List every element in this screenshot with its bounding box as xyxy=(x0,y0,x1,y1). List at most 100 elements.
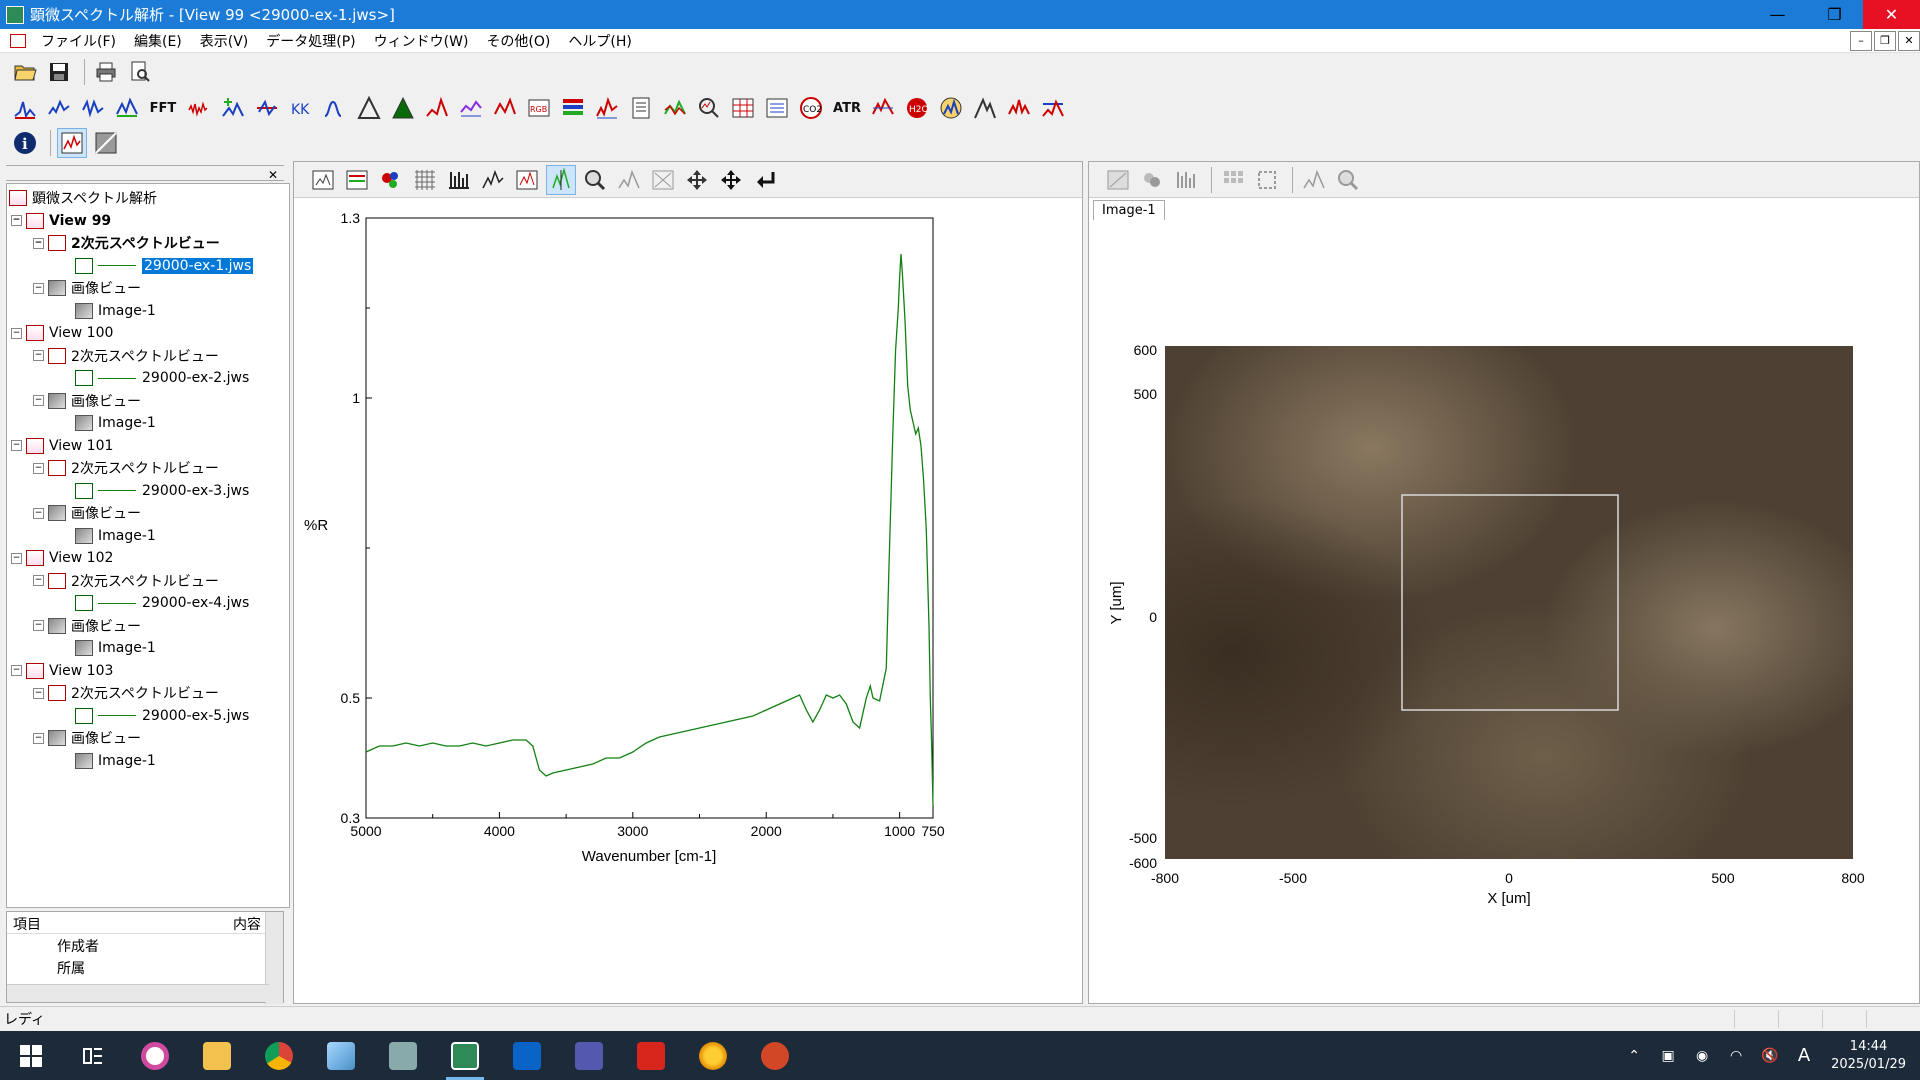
smoothing-icon[interactable] xyxy=(44,93,74,123)
rgb-icon[interactable]: RGB xyxy=(524,93,554,123)
tree-spectrum-view-node[interactable]: − 2次元スペクトルビュー xyxy=(33,233,220,253)
tree-view-node[interactable]: − View 103 xyxy=(11,661,113,681)
print-preview-icon[interactable] xyxy=(125,57,155,87)
collapse-toggle[interactable]: − xyxy=(33,620,44,631)
pan-icon[interactable] xyxy=(716,165,746,195)
restore-button[interactable]: ❐ xyxy=(1806,0,1863,29)
image-crop-icon[interactable] xyxy=(1252,165,1282,195)
collapse-toggle[interactable]: − xyxy=(33,732,44,744)
tree-image-view-node[interactable]: − 画像ビュー xyxy=(33,391,141,411)
spectrum-plot[interactable]: 5000 4000 3000 2000 1000 7501.310.50.3 %R Wav… xyxy=(294,198,1082,1003)
move-icon[interactable] xyxy=(682,165,712,195)
overlay-icon[interactable] xyxy=(660,93,690,123)
search-spectrum-icon[interactable] xyxy=(490,93,520,123)
tree-view-node[interactable]: − View 100 xyxy=(11,323,113,343)
image-color-icon[interactable] xyxy=(1137,165,1167,195)
tree-spectrum-view-node[interactable]: − 2次元スペクトルビュー xyxy=(33,458,219,478)
table-icon[interactable] xyxy=(728,93,758,123)
image-bars-icon[interactable] xyxy=(1171,165,1201,195)
image-peak-icon[interactable] xyxy=(1299,165,1329,195)
zoom-spectrum-icon[interactable] xyxy=(694,93,724,123)
tree-spectrum-view-node[interactable]: − 2次元スペクトルビュー xyxy=(33,683,219,703)
tree-image-node[interactable]: Image-1 xyxy=(75,526,156,546)
menu-view[interactable]: 表示(V) xyxy=(191,31,258,51)
menu-edit[interactable]: 編集(E) xyxy=(125,31,191,51)
peak-height-icon[interactable] xyxy=(422,93,452,123)
threshold-icon[interactable] xyxy=(1038,93,1068,123)
spectrum-icon[interactable] xyxy=(10,93,40,123)
horizontal-scrollbar[interactable] xyxy=(7,984,269,1002)
vpn-icon[interactable]: ◉ xyxy=(1690,1044,1714,1068)
kk-icon[interactable]: KK xyxy=(286,93,316,123)
curve-fit-icon[interactable] xyxy=(320,93,350,123)
start-button[interactable] xyxy=(0,1031,62,1080)
tree-view-node[interactable]: − View 99 xyxy=(11,211,111,231)
peak-width-icon[interactable] xyxy=(970,93,1000,123)
collapse-toggle[interactable]: − xyxy=(33,462,44,474)
taskbar-app-powerpoint[interactable] xyxy=(744,1031,806,1080)
tree-spectrum-view-node[interactable]: − 2次元スペクトルビュー xyxy=(33,346,219,366)
peak-area-icon[interactable] xyxy=(388,93,418,123)
tree-file-node[interactable]: 29000-ex-4.jws xyxy=(75,593,249,613)
print-icon[interactable] xyxy=(91,57,121,87)
tray-app-icon[interactable]: ▣ xyxy=(1656,1044,1680,1068)
taskbar-app-explorer[interactable] xyxy=(186,1031,248,1080)
noise-icon[interactable] xyxy=(184,93,214,123)
menu-file[interactable]: ファイル(F) xyxy=(32,31,125,51)
collapse-toggle[interactable]: − xyxy=(33,395,44,406)
collapse-toggle[interactable]: − xyxy=(11,327,22,339)
report-icon[interactable] xyxy=(626,93,656,123)
collapse-toggle[interactable]: − xyxy=(33,237,44,249)
open-folder-icon[interactable] xyxy=(10,57,40,87)
tree-view-node[interactable]: − View 101 xyxy=(11,436,113,456)
mdi-minimize-button[interactable]: – xyxy=(1850,30,1872,51)
fit-view-icon[interactable] xyxy=(512,165,542,195)
taskbar-app-sun[interactable] xyxy=(682,1031,744,1080)
tree-file-node[interactable]: 29000-ex-1.jws xyxy=(75,256,254,276)
panel-close-icon[interactable]: ✕ xyxy=(268,168,278,182)
peak-minus-icon[interactable] xyxy=(252,93,282,123)
tree-image-view-node[interactable]: − 画像ビュー xyxy=(33,616,141,636)
image-zoom-icon[interactable] xyxy=(1333,165,1363,195)
taskbar-app-notes[interactable] xyxy=(310,1031,372,1080)
co2-icon[interactable]: CO2 xyxy=(796,93,826,123)
color-icon[interactable] xyxy=(376,165,406,195)
spectrum-view-icon[interactable] xyxy=(57,128,87,158)
collapse-toggle[interactable]: − xyxy=(11,665,22,676)
correction-icon[interactable] xyxy=(868,93,898,123)
tree-image-view-node[interactable]: − 画像ビュー xyxy=(33,278,141,298)
multi-spectrum-icon[interactable] xyxy=(592,93,622,123)
tree-file-node[interactable]: 29000-ex-5.jws xyxy=(75,706,249,726)
menu-help[interactable]: ヘルプ(H) xyxy=(559,31,640,51)
taskbar-app-spectra[interactable] xyxy=(434,1031,496,1080)
collapse-toggle[interactable]: − xyxy=(33,282,44,294)
menu-window[interactable]: ウィンドウ(W) xyxy=(365,31,478,51)
mdi-close-button[interactable]: ✕ xyxy=(1898,30,1920,51)
zoom-icon[interactable] xyxy=(580,165,610,195)
mapping-icon[interactable] xyxy=(1004,93,1034,123)
close-button[interactable]: ✕ xyxy=(1863,0,1920,29)
scale-icon[interactable] xyxy=(648,165,678,195)
taskbar-app-outlook[interactable] xyxy=(496,1031,558,1080)
speaker-muted-icon[interactable]: 🔇 xyxy=(1758,1044,1782,1068)
taskbar-app-camera[interactable] xyxy=(124,1031,186,1080)
taskbar-app-teams[interactable] xyxy=(558,1031,620,1080)
derivative-icon[interactable] xyxy=(78,93,108,123)
collapse-toggle[interactable]: − xyxy=(11,215,22,226)
grid-icon[interactable] xyxy=(410,165,440,195)
image-settings-icon[interactable] xyxy=(1103,165,1133,195)
tree-view-node[interactable]: − View 102 xyxy=(11,548,113,568)
menu-data-processing[interactable]: データ処理(P) xyxy=(257,31,364,51)
tree-image-view-node[interactable]: − 画像ビュー xyxy=(33,503,141,523)
tree-root[interactable]: 顕微スペクトル解析 xyxy=(9,188,157,208)
fft-button[interactable]: FFT xyxy=(146,93,180,123)
info-icon[interactable]: i xyxy=(10,128,40,158)
wifi-icon[interactable]: ◠ xyxy=(1724,1044,1748,1068)
taskbar-app-chrome[interactable] xyxy=(248,1031,310,1080)
ime-indicator[interactable]: A xyxy=(1792,1044,1816,1068)
atr-button[interactable]: ATR xyxy=(830,93,864,123)
collapse-toggle[interactable]: − xyxy=(33,687,44,699)
image-plot[interactable]: 600 500 0 -500 -600 -800 -500 0 500 800 … xyxy=(1089,198,1919,1003)
menu-other[interactable]: その他(O) xyxy=(477,31,559,51)
data-list-icon[interactable] xyxy=(762,93,792,123)
